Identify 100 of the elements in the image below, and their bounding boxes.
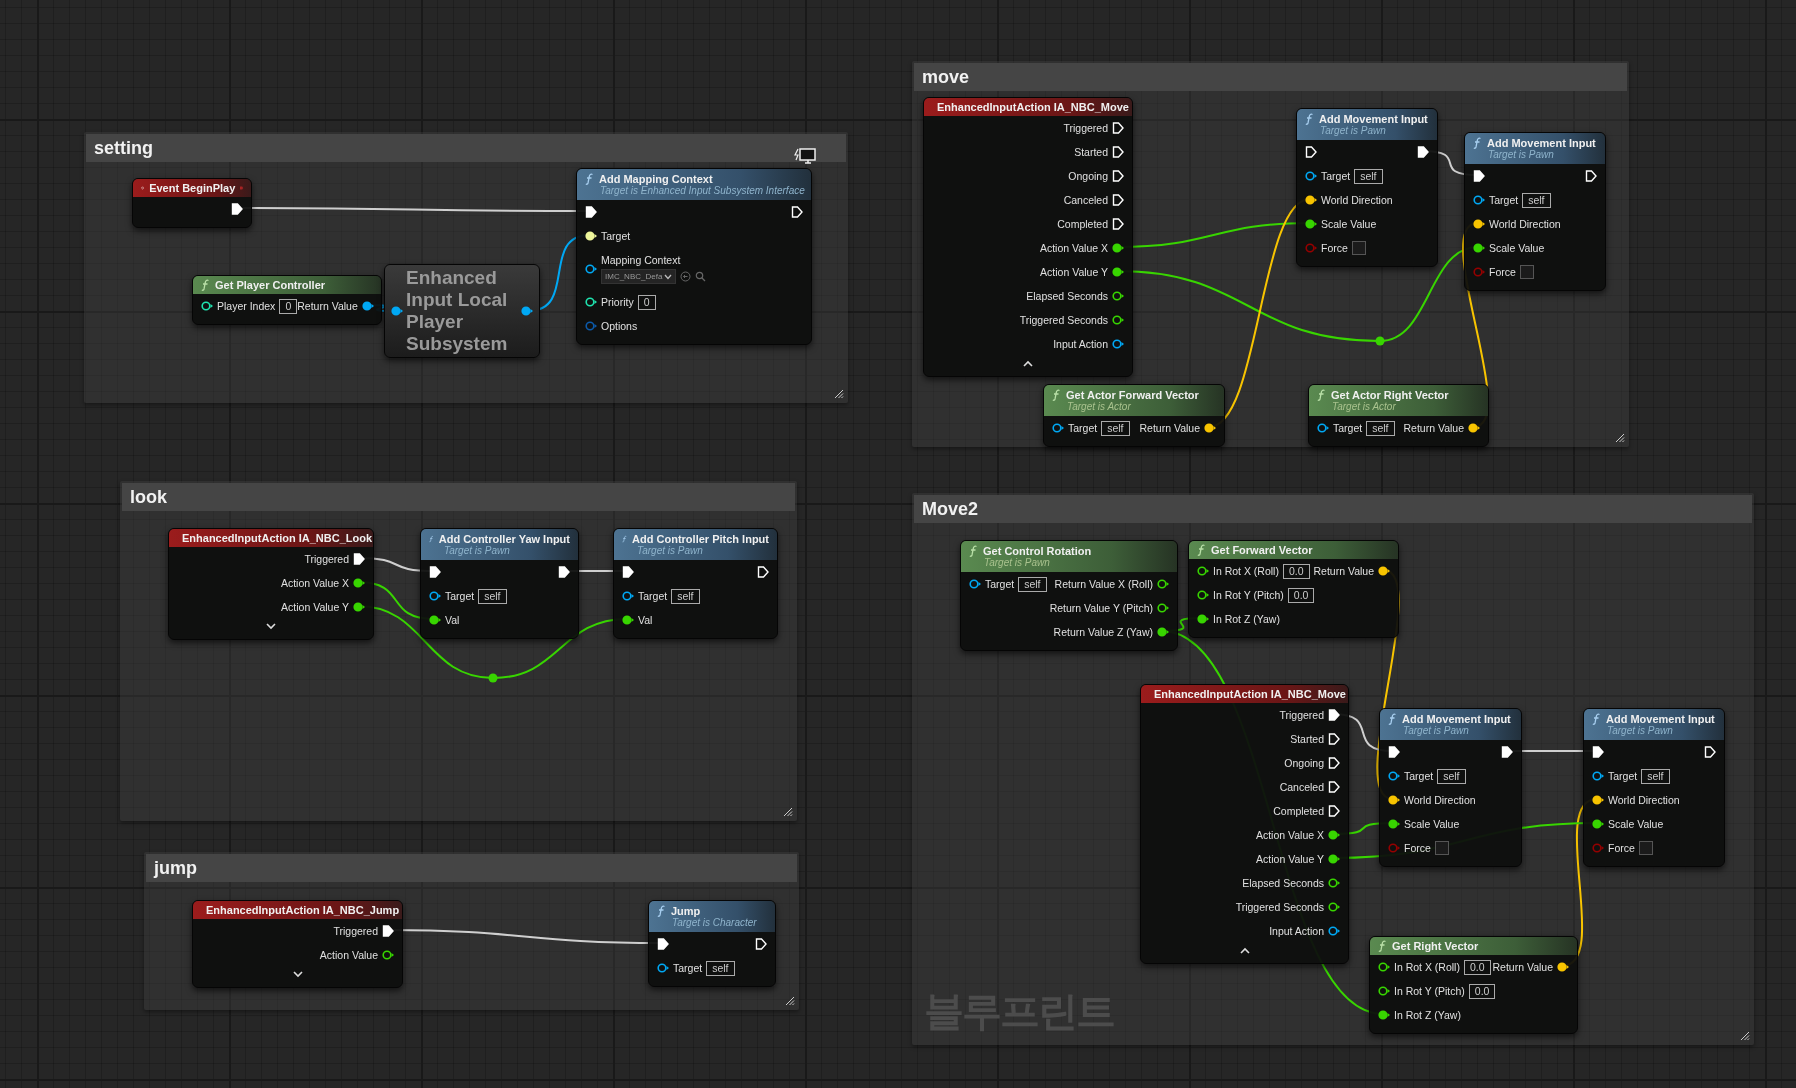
blueprint-node[interactable]: EnhancedInputAction IA_NBC_Look Triggered Action Value X Action Value Y: [168, 528, 374, 640]
data-pin[interactable]: [1592, 770, 1604, 782]
exec-pin[interactable]: [1592, 746, 1604, 758]
data-pin[interactable]: [429, 590, 441, 602]
exec-pin[interactable]: [353, 553, 365, 565]
data-pin[interactable]: [1388, 770, 1400, 782]
resize-grip-icon[interactable]: [783, 807, 793, 817]
data-pin[interactable]: [1328, 901, 1340, 913]
data-pin[interactable]: [1157, 602, 1169, 614]
reroute-knot[interactable]: [1375, 336, 1385, 346]
exec-pin[interactable]: [791, 206, 803, 218]
checkbox[interactable]: [1638, 841, 1653, 855]
default-value-field[interactable]: self: [1522, 192, 1551, 208]
data-pin[interactable]: [1378, 1009, 1390, 1021]
data-pin[interactable]: [1592, 794, 1604, 806]
exec-pin[interactable]: [1704, 746, 1716, 758]
blueprint-node[interactable]: Get Control Rotation Target is Pawn Target self Return Value X (Roll) Return Value Y (Pitch) Return Value Z (Yaw): [960, 540, 1178, 651]
data-pin[interactable]: [1592, 818, 1604, 830]
data-pin[interactable]: [585, 230, 597, 242]
default-value-field[interactable]: 0.0: [1287, 587, 1315, 603]
resize-grip-icon[interactable]: [785, 996, 795, 1006]
data-pin[interactable]: [1388, 818, 1400, 830]
exec-pin[interactable]: [1112, 194, 1124, 206]
blueprint-node[interactable]: Add Movement Input Target is Pawn Target self World Direction Scale Value Force: [1296, 108, 1438, 267]
reroute-knot[interactable]: [488, 673, 498, 683]
data-pin[interactable]: [361, 300, 374, 312]
blueprint-node[interactable]: Add Controller Pitch Input Target is Pawn Target self Val: [613, 528, 778, 639]
data-pin[interactable]: [201, 300, 213, 312]
default-value-field[interactable]: 0: [279, 298, 298, 314]
blueprint-node[interactable]: Get Right Vector In Rot X (Roll) 0.0 Return Value In Rot Y (Pitch) 0.0 In Rot Z (Yaw): [1369, 936, 1578, 1034]
exec-pin[interactable]: [755, 938, 767, 950]
data-pin[interactable]: [622, 614, 634, 626]
data-pin[interactable]: [1052, 422, 1064, 434]
default-value-field[interactable]: self: [1018, 576, 1047, 592]
data-pin[interactable]: [1473, 194, 1485, 206]
exec-pin[interactable]: [1328, 709, 1340, 721]
data-pin[interactable]: [1328, 877, 1340, 889]
blueprint-node[interactable]: Get Actor Forward Vector Target is Actor Target self Return Value: [1043, 384, 1225, 447]
exec-pin[interactable]: [657, 938, 669, 950]
default-value-field[interactable]: 0.0: [1282, 563, 1310, 579]
data-pin[interactable]: [1473, 242, 1485, 254]
default-value-field[interactable]: 0.0: [1468, 983, 1496, 999]
resize-grip-icon[interactable]: [1615, 433, 1625, 443]
exec-pin[interactable]: [1388, 746, 1400, 758]
blueprint-node[interactable]: Add Movement Input Target is Pawn Target self World Direction Scale Value Force: [1379, 708, 1522, 867]
data-pin[interactable]: [1197, 565, 1209, 577]
data-pin[interactable]: [1157, 626, 1169, 638]
resize-grip-icon[interactable]: [834, 389, 844, 399]
blueprint-node[interactable]: Add Movement Input Target is Pawn Target self World Direction Scale Value Force: [1464, 132, 1606, 291]
exec-pin[interactable]: [558, 566, 570, 578]
data-pin[interactable]: [353, 577, 365, 589]
checkbox[interactable]: [1434, 841, 1449, 855]
data-pin[interactable]: [657, 962, 669, 974]
data-pin[interactable]: [1112, 338, 1124, 350]
default-value-field[interactable]: self: [671, 588, 700, 604]
blueprint-node[interactable]: EnhancedInputAction IA_NBC_Move Triggered Started Ongoing Canceled Completed Action Value X Action Value Y Elapsed Seconds Triggered Seconds Input Action: [1140, 684, 1349, 964]
data-pin[interactable]: [382, 949, 394, 961]
chevron-up-icon[interactable]: [1023, 359, 1033, 367]
data-pin[interactable]: [353, 601, 365, 613]
default-value-field[interactable]: self: [706, 960, 735, 976]
data-pin[interactable]: [969, 578, 981, 590]
exec-pin[interactable]: [1305, 146, 1317, 158]
default-value-field[interactable]: self: [1437, 768, 1466, 784]
exec-pin[interactable]: [1328, 781, 1340, 793]
data-pin[interactable]: [1112, 266, 1124, 278]
data-pin[interactable]: [1557, 961, 1569, 973]
data-pin[interactable]: [1378, 985, 1390, 997]
blueprint-node[interactable]: Add Mapping Context Target is Enhanced Input Subsystem Interface Target Mapping Context IMC_NBC_Defa Priority 0 Options: [576, 168, 812, 345]
chevron-up-icon[interactable]: [1239, 946, 1250, 954]
data-pin[interactable]: [1197, 613, 1209, 625]
data-pin[interactable]: [1305, 218, 1317, 230]
data-pin[interactable]: [1204, 422, 1216, 434]
default-value-field[interactable]: 0: [637, 294, 656, 310]
exec-pin[interactable]: [1473, 170, 1485, 182]
default-value-field[interactable]: 0.0: [1463, 959, 1491, 975]
data-pin[interactable]: [1112, 314, 1124, 326]
default-value-field[interactable]: self: [478, 588, 507, 604]
data-pin[interactable]: [1317, 422, 1329, 434]
exec-pin[interactable]: [231, 203, 243, 215]
search-icon[interactable]: [695, 271, 707, 282]
exec-pin[interactable]: [757, 566, 769, 578]
exec-pin[interactable]: [1501, 746, 1513, 758]
data-pin[interactable]: [1197, 589, 1209, 601]
data-pin[interactable]: [1378, 961, 1390, 973]
blueprint-node[interactable]: EnhancedInputAction IA_NBC_Jump Triggered Action Value: [192, 900, 403, 988]
exec-pin[interactable]: [1328, 757, 1340, 769]
data-pin[interactable]: [1112, 290, 1124, 302]
exec-pin[interactable]: [1328, 805, 1340, 817]
data-pin[interactable]: [1305, 170, 1317, 182]
blueprint-node[interactable]: Get Actor Right Vector Target is Actor Target self Return Value: [1308, 384, 1489, 447]
checkbox[interactable]: [1519, 265, 1534, 279]
blueprint-node[interactable]: Jump Target is Character Target self: [648, 900, 776, 987]
exec-pin[interactable]: [429, 566, 441, 578]
data-pin[interactable]: [1473, 218, 1485, 230]
data-pin[interactable]: [1378, 565, 1390, 577]
data-pin[interactable]: [1328, 925, 1340, 937]
blueprint-node[interactable]: Add Movement Input Target is Pawn Target self World Direction Scale Value Force: [1583, 708, 1725, 867]
default-value-field[interactable]: self: [1366, 420, 1395, 436]
exec-pin[interactable]: [1112, 146, 1124, 158]
resize-grip-icon[interactable]: [1740, 1031, 1750, 1041]
